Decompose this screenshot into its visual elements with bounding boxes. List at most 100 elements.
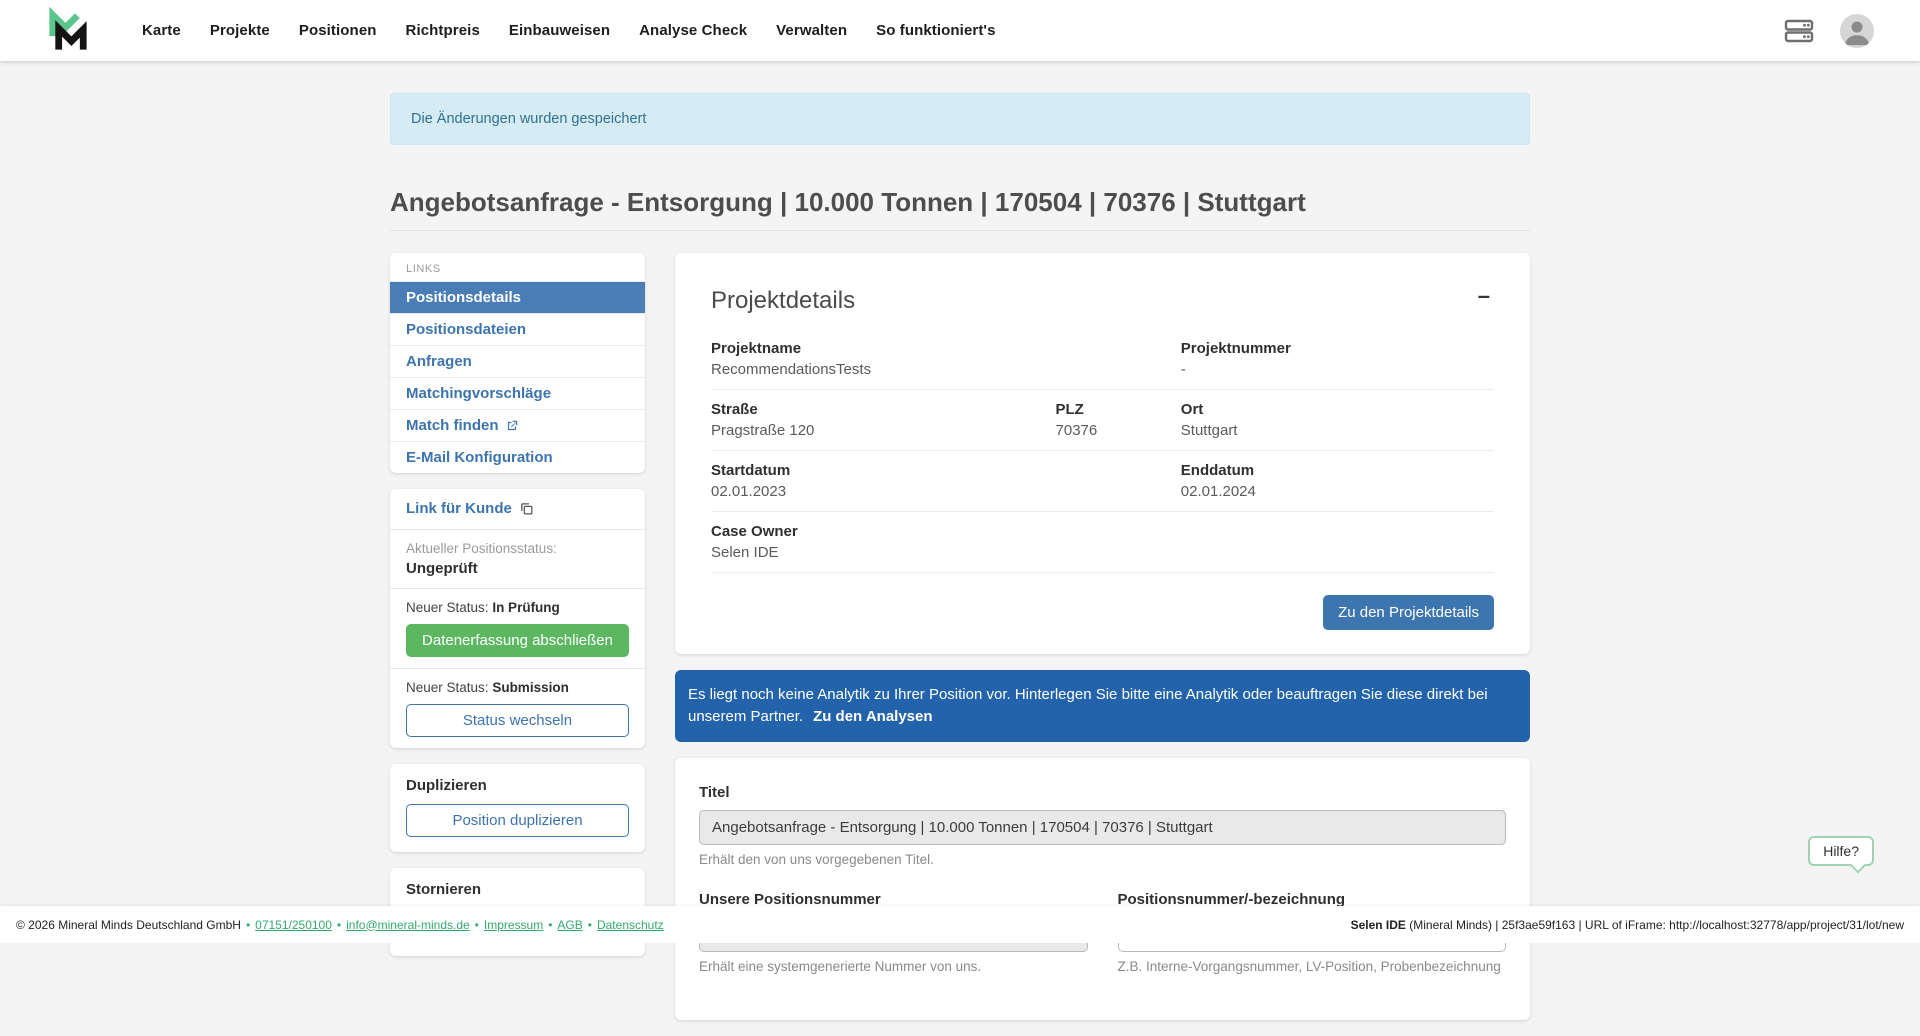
- project-detail-field: Enddatum 02.01.2024: [1181, 462, 1494, 500]
- sidebar-item-label: E-Mail Konfiguration: [406, 449, 553, 466]
- sidebar-item-matchingvorschl-ge[interactable]: Matchingvorschläge: [390, 377, 645, 409]
- field-label: Straße: [711, 401, 1056, 418]
- project-detail-field: Case OwnerSelen IDE: [711, 523, 1494, 561]
- sidebar: LINKS Positionsdetails Positionsdateien An…: [390, 253, 645, 972]
- field-value: -: [1181, 361, 1494, 378]
- sidebar-item-positionsdateien[interactable]: Positionsdateien: [390, 313, 645, 345]
- nav-item-projekte[interactable]: Projekte: [210, 22, 270, 39]
- collapse-card-button[interactable]: –: [1474, 281, 1494, 311]
- footer-separator: •: [548, 918, 552, 932]
- field-label: Projektname: [711, 340, 1181, 357]
- current-status-label: Aktueller Positionsstatus:: [406, 541, 629, 556]
- footer-link-07151-250100[interactable]: 07151/250100: [255, 918, 332, 932]
- sidebar-item-label: Match finden: [406, 417, 499, 434]
- sidebar-item-label: Anfragen: [406, 353, 472, 370]
- footer-link-agb[interactable]: AGB: [557, 918, 582, 932]
- current-status-value: Ungeprüft: [406, 560, 629, 577]
- nav-item-analyse-check[interactable]: Analyse Check: [639, 22, 747, 39]
- nav-item-verwalten[interactable]: Verwalten: [776, 22, 847, 39]
- copyright-text: © 2026 Mineral Minds Deutschland GmbH: [16, 918, 241, 932]
- project-details-rows: Projektname RecommendationsTestsProjektnu…: [711, 329, 1494, 573]
- project-detail-field: Projektnummer -: [1181, 340, 1494, 378]
- field-label: Case Owner: [711, 523, 1494, 540]
- our-number-field-helper: Erhält eine systemgenerierte Nummer von …: [699, 959, 1088, 974]
- goto-analyses-link[interactable]: Zu den Analysen: [813, 708, 932, 725]
- switch-status-button[interactable]: Status wechseln: [406, 704, 629, 737]
- project-details-title: Projektdetails: [711, 287, 855, 315]
- title-input: [699, 810, 1506, 845]
- field-label: PLZ: [1056, 401, 1181, 418]
- session-info: Selen IDE (Mineral Minds) | 25f3ae59f163…: [1351, 918, 1904, 932]
- links-card: LINKS Positionsdetails Positionsdateien An…: [390, 253, 645, 473]
- project-detail-row: Case OwnerSelen IDE: [711, 512, 1494, 573]
- header-actions: [1784, 14, 1874, 48]
- customer-link[interactable]: Link für Kunde: [406, 500, 534, 517]
- project-detail-field: PLZ 70376: [1056, 401, 1181, 439]
- field-label: Ort: [1181, 401, 1494, 418]
- analytics-banner: Es liegt noch keine Analytik zu Ihrer Po…: [675, 670, 1530, 742]
- sidebar-item-match-finden[interactable]: Match finden: [390, 409, 645, 441]
- project-detail-row: Startdatum 02.01.2023Enddatum 02.01.2024: [711, 451, 1494, 512]
- sidebar-item-label: Matchingvorschläge: [406, 385, 551, 402]
- cancel-card-title: Stornieren: [406, 881, 629, 898]
- field-value: 70376: [1056, 422, 1181, 439]
- field-label: Enddatum: [1181, 462, 1494, 479]
- sidebar-item-label: Positionsdateien: [406, 321, 526, 338]
- complete-data-entry-button[interactable]: Datenerfassung abschließen: [406, 624, 629, 657]
- custom-number-field-helper: Z.B. Interne-Vorgangsnummer, LV-Position…: [1118, 959, 1507, 974]
- nav-item-karte[interactable]: Karte: [142, 22, 181, 39]
- footer-link-datenschutz[interactable]: Datenschutz: [597, 918, 664, 932]
- links-section-header: LINKS: [390, 253, 645, 281]
- footer-separator: •: [246, 918, 250, 932]
- new-status-label: Neuer Status:: [406, 600, 489, 615]
- title-field-helper: Erhält den von uns vorgegebenen Titel.: [699, 852, 1506, 867]
- sidebar-item-e-mail-konfiguration[interactable]: E-Mail Konfiguration: [390, 441, 645, 473]
- nav-item-so-funktioniert-s[interactable]: So funktioniert's: [876, 22, 995, 39]
- footer-separator: •: [475, 918, 479, 932]
- user-menu-button[interactable]: [1840, 14, 1874, 48]
- environment-switcher-button[interactable]: [1784, 18, 1814, 44]
- new-status-label: Neuer Status:: [406, 680, 489, 695]
- nav-item-richtpreis[interactable]: Richtpreis: [406, 22, 480, 39]
- session-user: Selen IDE: [1351, 918, 1406, 932]
- footer-legal: © 2026 Mineral Minds Deutschland GmbH • 07…: [16, 918, 664, 932]
- sidebar-item-label: Positionsdetails: [406, 289, 521, 306]
- footer-separator: •: [337, 918, 341, 932]
- position-form-card: Titel Erhält den von uns vorgegebenen Ti…: [675, 758, 1530, 1020]
- duplicate-card-title: Duplizieren: [406, 777, 629, 794]
- project-detail-row: StraßePragstraße 120PLZ70376OrtStuttgart: [711, 390, 1494, 451]
- success-alert: Die Änderungen wurden gespeichert: [390, 93, 1530, 145]
- field-value: 02.01.2024: [1181, 483, 1494, 500]
- field-value: 02.01.2023: [711, 483, 1181, 500]
- external-link-icon: [505, 419, 519, 433]
- copy-icon: [519, 501, 534, 516]
- new-status-line: Neuer Status: Submission: [406, 680, 629, 695]
- goto-project-details-button[interactable]: Zu den Projektdetails: [1323, 595, 1494, 630]
- app-logo[interactable]: [46, 6, 90, 56]
- new-status-line: Neuer Status: In Prüfung: [406, 600, 629, 615]
- nav-item-positionen[interactable]: Positionen: [299, 22, 377, 39]
- alert-message: Die Änderungen wurden gespeichert: [411, 111, 646, 127]
- page-title: Angebotsanfrage - Entsorgung | 10.000 To…: [390, 187, 1530, 231]
- title-field-label: Titel: [699, 784, 1506, 801]
- help-button[interactable]: Hilfe?: [1808, 836, 1874, 866]
- field-label: Projektnummer: [1181, 340, 1494, 357]
- field-label: Startdatum: [711, 462, 1181, 479]
- duplicate-position-button[interactable]: Position duplizieren: [406, 804, 629, 837]
- user-avatar-icon: [1840, 14, 1874, 48]
- footer-link-impressum[interactable]: Impressum: [484, 918, 543, 932]
- new-status-value: Submission: [492, 680, 569, 695]
- nav-item-einbauweisen[interactable]: Einbauweisen: [509, 22, 610, 39]
- footer-separator: •: [588, 918, 592, 932]
- sidebar-item-anfragen[interactable]: Anfragen: [390, 345, 645, 377]
- footer-link-info-mineral-minds-de[interactable]: info@mineral-minds.de: [346, 918, 470, 932]
- customer-link-label: Link für Kunde: [406, 500, 512, 517]
- main-nav: Karte Projekte Positionen Richtpreis Einbauw…: [142, 22, 996, 39]
- project-detail-field: StraßePragstraße 120: [711, 401, 1056, 439]
- field-value: RecommendationsTests: [711, 361, 1181, 378]
- project-detail-row: Projektname RecommendationsTestsProjektnu…: [711, 329, 1494, 390]
- main-content: Die Änderungen wurden gespeichert Angebo…: [0, 93, 1920, 1036]
- sidebar-item-positionsdetails[interactable]: Positionsdetails: [390, 281, 645, 313]
- status-card: Link für Kunde Aktueller Positionsstatus…: [390, 489, 645, 748]
- our-number-field-label: Unsere Positionsnummer: [699, 891, 1088, 908]
